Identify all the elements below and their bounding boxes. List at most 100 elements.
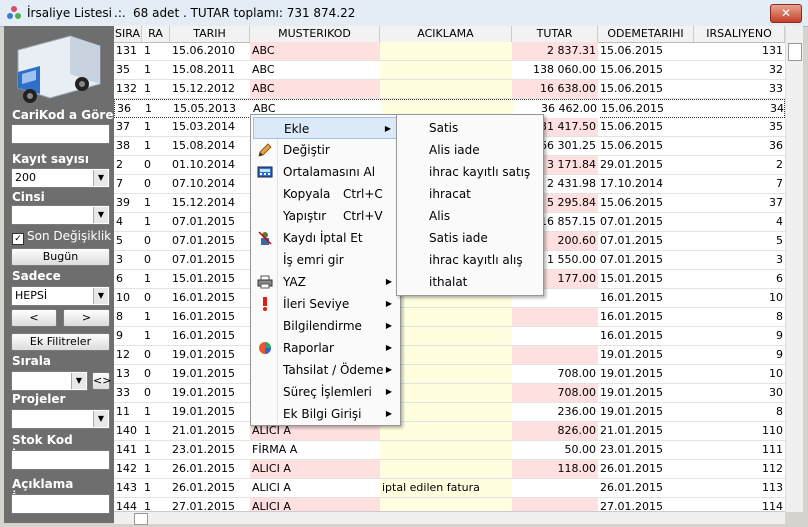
sirala-toggle-button[interactable]: <> xyxy=(92,372,111,390)
table-row[interactable]: 35 1 15.08.2011 ABC 138 060.00 15.06.2015 32 xyxy=(114,61,785,80)
column-header[interactable]: TUTAR xyxy=(512,26,598,42)
table-cell: 1 xyxy=(144,139,151,152)
table-cell: 1 xyxy=(144,405,151,418)
sirala-label: Sırala xyxy=(12,354,51,368)
scroll-thumb[interactable] xyxy=(788,43,802,61)
submenu-item[interactable]: ihrac kayıtlı alış xyxy=(399,249,542,271)
window-title: İrsaliye Listesi xyxy=(27,6,112,20)
aciklama-input[interactable] xyxy=(11,494,110,514)
table-cell: 07.10.2014 xyxy=(172,177,235,190)
table-row[interactable]: 143 1 26.01.2015 ALICI Aiptal edilen fatura… xyxy=(114,479,785,498)
table-row[interactable]: 132 1 15.12.2012 ABC 16 638.00 15.06.2015 33 xyxy=(114,80,785,99)
stok-kod-input[interactable] xyxy=(11,450,110,470)
menu-item[interactable]: Kaydı İptal Et xyxy=(253,227,398,249)
menu-item[interactable]: Ekle ▶ xyxy=(253,117,398,139)
ek-filtreler-button[interactable]: Ek Filitreler xyxy=(11,333,110,351)
table-cell: 6 xyxy=(116,272,123,285)
pencil-icon xyxy=(257,142,273,158)
column-header[interactable]: SIRA xyxy=(114,26,142,42)
table-cell: 1 xyxy=(144,310,151,323)
table-row[interactable]: 9 1 16.01.2015 16.01.2015 9 xyxy=(114,327,785,346)
column-header[interactable]: MUSTERIKOD xyxy=(250,26,380,42)
table-cell: 15.08.2014 xyxy=(172,139,235,152)
projeler-select[interactable]: ▼ xyxy=(11,409,110,429)
table-row[interactable]: 13 0 19.01.2015 708.00 19.01.2015 10 xyxy=(114,365,785,384)
table-cell: 131 xyxy=(762,44,783,57)
column-header[interactable]: ACIKLAMA xyxy=(380,26,512,42)
menu-item[interactable]: YAZ ▶ xyxy=(253,271,398,293)
table-cell: 144 xyxy=(116,500,137,512)
table-row[interactable]: 12 0 19.01.2015 19.01.2015 9 xyxy=(114,346,785,365)
menu-item[interactable]: Süreç İşlemleri ▶ xyxy=(253,381,398,403)
column-header[interactable]: IRSALIYENO xyxy=(694,26,785,42)
table-row[interactable]: 141 1 23.01.2015 FİRMA A 50.00 23.01.2015 111 xyxy=(114,441,785,460)
carikod-input[interactable] xyxy=(11,124,110,144)
table-cell: 11 xyxy=(116,405,130,418)
table-row[interactable]: 131 1 15.06.2010 ABC 2 837.31 15.06.2015 131 xyxy=(114,42,785,61)
table-cell: 8 xyxy=(776,405,783,418)
column-header[interactable]: ODEMETARIHI xyxy=(598,26,694,42)
submenu-item[interactable]: ihracat xyxy=(399,183,542,205)
sadece-select[interactable]: HEPSİ ▼ xyxy=(11,286,110,306)
table-row[interactable]: 33 0 19.01.2015 708.00 19.01.2015 30 xyxy=(114,384,785,403)
menu-item[interactable]: Kopyala Ctrl+C xyxy=(253,183,398,205)
submenu-item[interactable]: Alis xyxy=(399,205,542,227)
column-header[interactable]: RA xyxy=(142,26,170,42)
table-cell: 1 xyxy=(145,102,152,115)
table-cell: 30 xyxy=(769,386,783,399)
prev-button[interactable]: < xyxy=(11,309,57,327)
submenu-item-label: ihrac kayıtlı satış xyxy=(429,165,531,179)
table-row[interactable]: 11 1 19.01.2015 236.00 19.01.2015 8 xyxy=(114,403,785,422)
menu-item[interactable]: Bilgilendirme ▶ xyxy=(253,315,398,337)
table-cell: 34 xyxy=(770,102,784,115)
menu-item[interactable]: Tahsilat / Ödeme ▶ xyxy=(253,359,398,381)
menu-item[interactable]: Değiştir xyxy=(253,139,398,161)
cinsi-select[interactable]: ▼ xyxy=(11,205,110,225)
menu-item[interactable]: Raporlar ▶ xyxy=(253,337,398,359)
table-cell: 131 xyxy=(116,44,137,57)
table-cell: 39 xyxy=(116,196,130,209)
table-cell: 07.01.2015 xyxy=(172,253,235,266)
vertical-scrollbar[interactable] xyxy=(785,26,803,512)
table-cell: 15.03.2014 xyxy=(172,120,235,133)
table-cell: 142 xyxy=(116,462,137,475)
table-row[interactable]: 144 1 27.01.2015 ALICI A 27.01.2015 114 xyxy=(114,498,785,512)
son-degisiklik-checkbox[interactable]: ✓ Son Değişiklik xyxy=(12,229,111,245)
menu-item[interactable]: Ek Bilgi Girişi ▶ xyxy=(253,403,398,425)
table-row[interactable]: 8 1 16.01.2015 16.01.2015 8 xyxy=(114,308,785,327)
menu-item[interactable]: İleri Seviye ▶ xyxy=(253,293,398,315)
table-cell: 26.01.2015 xyxy=(172,462,235,475)
horizontal-scrollbar[interactable] xyxy=(114,511,785,525)
bugun-button[interactable]: Bugün xyxy=(11,248,110,266)
close-button[interactable]: ✕ xyxy=(770,4,802,23)
table-cell: 111 xyxy=(762,443,783,456)
scroll-thumb[interactable] xyxy=(134,513,148,525)
submenu-item[interactable]: Satis iade xyxy=(399,227,542,249)
submenu-item[interactable]: Alis iade xyxy=(399,139,542,161)
menu-item[interactable]: Ortalamasını Al xyxy=(253,161,398,183)
table-cell: 16.01.2015 xyxy=(172,291,235,304)
table-row[interactable]: 142 1 26.01.2015 ALICI A 118.00 26.01.2015 112 xyxy=(114,460,785,479)
menu-item-shortcut: Ctrl+V xyxy=(343,209,383,223)
submenu-item[interactable]: ithalat xyxy=(399,271,542,293)
table-cell xyxy=(380,460,512,478)
table-cell: 07.01.2015 xyxy=(600,234,663,247)
table-cell xyxy=(380,80,512,98)
submenu-arrow-icon: ▶ xyxy=(385,409,392,418)
menu-item[interactable]: Yapıştır Ctrl+V xyxy=(253,205,398,227)
next-button[interactable]: > xyxy=(63,309,110,327)
kayit-sayisi-select[interactable]: 200 ▼ xyxy=(11,168,110,188)
table-cell: 19.01.2015 xyxy=(600,348,663,361)
menu-item[interactable]: İş emri gir xyxy=(253,249,398,271)
table-cell: 140 xyxy=(116,424,137,437)
printer-icon xyxy=(257,274,273,290)
table-cell: 2 837.31 xyxy=(512,42,598,60)
context-menu: Ekle ▶ Değiştir Ortalamasını Al Kopyala Ctrl+… xyxy=(250,114,401,426)
submenu-item-label: Alis iade xyxy=(429,143,480,157)
submenu-item[interactable]: ihrac kayıtlı satış xyxy=(399,161,542,183)
column-header[interactable]: TARIH xyxy=(170,26,250,42)
sirala-select[interactable]: ▼ xyxy=(11,371,88,391)
table-row[interactable]: 140 1 21.01.2015 ALICI A 826.00 21.01.2015 110 xyxy=(114,422,785,441)
submenu-item[interactable]: Satis xyxy=(399,117,542,139)
table-cell: 4 xyxy=(116,215,123,228)
